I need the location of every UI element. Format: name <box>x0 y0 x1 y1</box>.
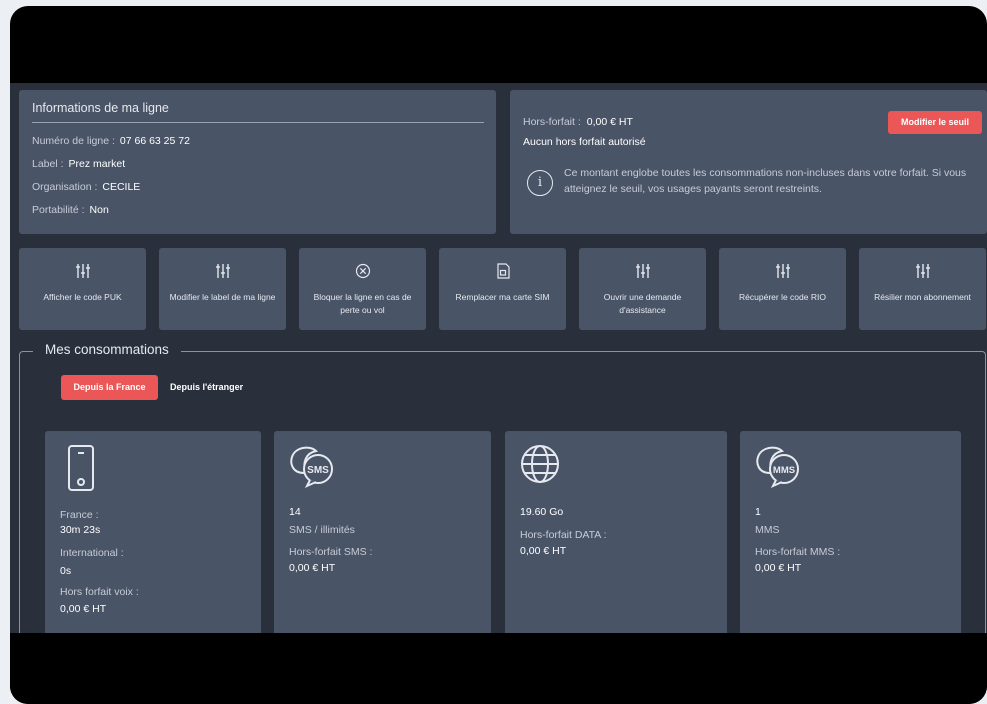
sms-unit: SMS / illimités <box>289 524 355 536</box>
hors-forfait-panel: Hors-forfait : 0,00 € HT Aucun hors forfa… <box>510 90 987 234</box>
hors-forfait-row: Hors-forfait : 0,00 € HT <box>523 116 633 128</box>
line-number-row: Numéro de ligne : 07 66 63 25 72 <box>32 135 190 147</box>
voice-hf-value: 0,00 € HT <box>60 603 107 615</box>
sms-hf-label: Hors-forfait SMS : <box>289 546 373 558</box>
mms-unit: MMS <box>755 524 780 536</box>
portabilite-value: Non <box>89 204 109 216</box>
mms-bubble-icon: MMS <box>754 443 806 494</box>
consommations-title: Mes consommations <box>33 342 181 357</box>
voice-intl-value: 0s <box>60 565 72 577</box>
action-label: Remplacer ma carte SIM <box>455 292 550 302</box>
hors-forfait-label: Hors-forfait : <box>523 116 581 128</box>
mms-icon-text: MMS <box>773 465 795 476</box>
line-info-panel: Informations de ma ligne Numéro de ligne… <box>19 90 496 234</box>
mms-hf-value: 0,00 € HT <box>755 562 802 574</box>
action-remplacer-sim[interactable]: Remplacer ma carte SIM <box>439 248 566 330</box>
voice-hf-label: Hors forfait voix : <box>60 586 139 598</box>
voice-france-value: 30m 23s <box>60 524 101 536</box>
info-circle-icon: i <box>527 170 553 196</box>
app-screen: Informations de ma ligne Numéro de ligne… <box>10 83 987 633</box>
action-label: Récupérer le code RIO <box>739 292 826 302</box>
sms-card: SMS 14 SMS / illimités Hors-forfait SMS … <box>274 431 491 633</box>
globe-icon <box>519 443 561 490</box>
line-number-value: 07 66 63 25 72 <box>119 135 190 147</box>
mms-hf-label: Hors-forfait MMS : <box>755 546 841 558</box>
action-resilier[interactable]: Résilier mon abonnement <box>859 248 986 330</box>
sliders-icon <box>579 262 706 280</box>
modifier-seuil-button[interactable]: Modifier le seuil <box>888 111 982 134</box>
block-icon <box>299 262 426 280</box>
action-label: Bloquer la ligne en cas de perte ou vol <box>313 292 412 315</box>
sms-count: 14 <box>289 506 301 518</box>
title-divider <box>32 122 484 123</box>
line-number-label: Numéro de ligne : <box>32 135 115 147</box>
tab-depuis-france[interactable]: Depuis la France <box>61 375 158 400</box>
data-hf-value: 0,00 € HT <box>520 545 567 557</box>
organisation-row: Organisation : CECILE <box>32 181 140 193</box>
action-label: Modifier le label de ma ligne <box>169 292 276 302</box>
sliders-icon <box>719 262 846 280</box>
hors-forfait-status: Aucun hors forfait autorisé <box>523 136 646 148</box>
mms-count: 1 <box>755 506 761 518</box>
data-amount: 19.60 Go <box>520 506 564 518</box>
action-label: Résilier mon abonnement <box>874 292 971 302</box>
portabilite-row: Portabilité : Non <box>32 204 109 216</box>
sms-icon-text: SMS <box>307 465 329 476</box>
hors-forfait-value: 0,00 € HT <box>586 116 633 128</box>
mms-card: MMS 1 MMS Hors-forfait MMS : 0,00 € HT <box>740 431 961 633</box>
sms-hf-value: 0,00 € HT <box>289 562 336 574</box>
device-frame: Informations de ma ligne Numéro de ligne… <box>10 6 987 704</box>
data-hf-label: Hors-forfait DATA : <box>520 529 607 541</box>
sliders-icon <box>19 262 146 280</box>
voice-france-label: France : <box>60 509 99 521</box>
action-bloquer-ligne[interactable]: Bloquer la ligne en cas de perte ou vol <box>299 248 426 330</box>
sms-bubble-icon: SMS <box>288 443 340 494</box>
hors-forfait-description: Ce montant englobe toutes les consommati… <box>564 167 967 195</box>
action-assistance[interactable]: Ouvrir une demande d'assistance <box>579 248 706 330</box>
sliders-icon <box>159 262 286 280</box>
label-row: Label : Prez market <box>32 158 125 170</box>
action-label: Afficher le code PUK <box>43 292 122 302</box>
sliders-icon <box>859 262 986 280</box>
sim-card-icon <box>439 262 566 280</box>
portabilite-label: Portabilité : <box>32 204 85 216</box>
voice-card: France : 30m 23s International : 0s Hors… <box>45 431 261 633</box>
action-code-rio[interactable]: Récupérer le code RIO <box>719 248 846 330</box>
label-label: Label : <box>32 158 64 170</box>
line-info-title: Informations de ma ligne <box>32 101 169 115</box>
organisation-value: CECILE <box>102 181 141 193</box>
organisation-label: Organisation : <box>32 181 98 193</box>
action-label: Ouvrir une demande d'assistance <box>603 292 682 315</box>
action-modifier-label[interactable]: Modifier le label de ma ligne <box>159 248 286 330</box>
tab-depuis-etranger[interactable]: Depuis l'étranger <box>170 375 243 400</box>
phone-icon <box>59 443 95 498</box>
bottom-bezel <box>10 633 987 704</box>
voice-intl-label: International : <box>60 547 124 559</box>
data-card: 19.60 Go Hors-forfait DATA : 0,00 € HT <box>505 431 727 633</box>
label-value: Prez market <box>68 158 126 170</box>
action-afficher-puk[interactable]: Afficher le code PUK <box>19 248 146 330</box>
